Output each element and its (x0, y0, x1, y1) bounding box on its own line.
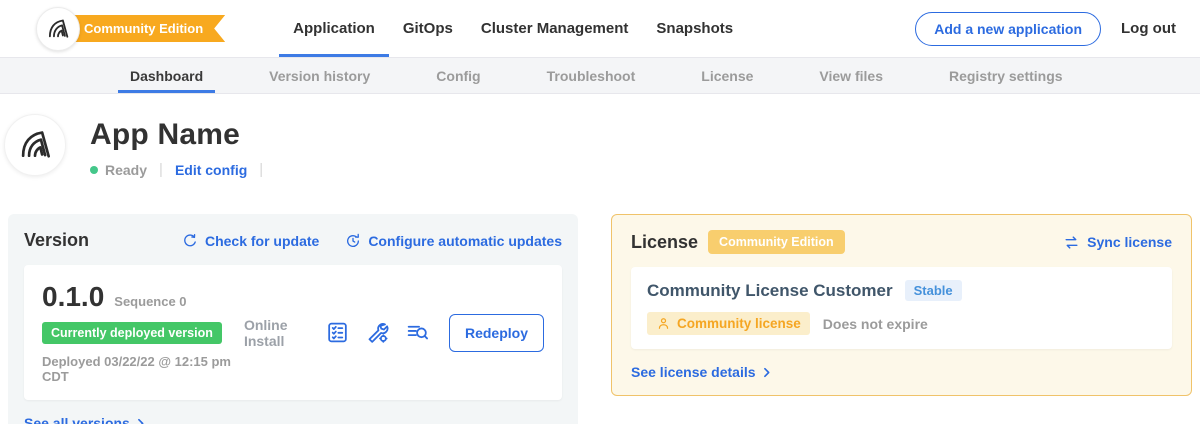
check-for-update-link[interactable]: Check for update (182, 233, 319, 249)
tab-snapshots[interactable]: Snapshots (642, 0, 747, 57)
sync-license-link[interactable]: Sync license (1063, 234, 1172, 251)
license-card-title: License (631, 232, 698, 253)
app-avatar (4, 114, 66, 176)
primary-tabs: Application GitOps Cluster Management Sn… (279, 0, 747, 57)
subtab-registry-settings[interactable]: Registry settings (937, 58, 1075, 93)
edit-config-icon[interactable] (365, 320, 390, 345)
status-dot (90, 166, 98, 174)
status-badge: Ready (105, 162, 147, 178)
license-card-header: License Community Edition Sync license (631, 230, 1172, 254)
license-detail-panel: Community License Customer Stable Commun… (631, 267, 1172, 349)
see-license-details-label: See license details (631, 364, 756, 380)
secondary-nav: Dashboard Version history Config Trouble… (0, 57, 1200, 94)
redeploy-button[interactable]: Redeploy (449, 314, 544, 352)
subtab-config[interactable]: Config (424, 58, 492, 93)
customer-name: Community License Customer (647, 281, 893, 301)
see-license-details-link[interactable]: See license details (631, 364, 1172, 380)
tab-application[interactable]: Application (279, 0, 389, 57)
license-meta-row: Community license Does not expire (647, 312, 1156, 335)
channel-badge: Stable (905, 280, 962, 301)
chevron-right-icon (760, 366, 773, 379)
version-number-row: 0.1.0 Sequence 0 (42, 281, 244, 313)
tab-cluster-management[interactable]: Cluster Management (467, 0, 643, 57)
subtab-view-files[interactable]: View files (807, 58, 895, 93)
top-nav: Community Edition Application GitOps Clu… (0, 0, 1200, 57)
expiry-text: Does not expire (823, 316, 928, 332)
topnav-actions: Add a new application Log out (915, 0, 1176, 57)
license-card: License Community Edition Sync license C… (611, 214, 1192, 396)
dashboard-cards: Version Check for update Configure au (8, 214, 1192, 424)
current-version-panel: 0.1.0 Sequence 0 Currently deployed vers… (24, 265, 562, 400)
license-type-label: Community license (677, 316, 801, 331)
configure-automatic-updates-label: Configure automatic updates (368, 233, 562, 249)
app-header: App Name Ready | Edit config | (4, 114, 1200, 178)
tab-gitops[interactable]: GitOps (389, 0, 467, 57)
version-card-links: Check for update Configure automatic upd… (182, 233, 562, 249)
community-edition-badge: Community Edition (708, 230, 845, 254)
license-type-badge: Community license (647, 312, 810, 335)
edit-config-link[interactable]: Edit config (175, 162, 247, 178)
chevron-right-icon (134, 417, 147, 424)
brand: Community Edition (36, 0, 225, 57)
app-header-text: App Name Ready | Edit config | (90, 114, 275, 178)
refresh-icon (182, 233, 198, 249)
divider: | (159, 161, 163, 178)
configure-automatic-updates-link[interactable]: Configure automatic updates (345, 233, 562, 249)
check-for-update-label: Check for update (205, 233, 319, 249)
subtab-license[interactable]: License (689, 58, 765, 93)
add-new-application-button[interactable]: Add a new application (915, 12, 1101, 46)
subtab-troubleshoot[interactable]: Troubleshoot (535, 58, 648, 93)
replicated-logo-icon (45, 16, 71, 42)
replicated-logo (36, 7, 80, 51)
see-all-versions-label: See all versions (24, 415, 130, 424)
preflight-checks-icon[interactable] (325, 320, 350, 345)
customer-row: Community License Customer Stable (647, 280, 1156, 301)
version-info: 0.1.0 Sequence 0 Currently deployed vers… (42, 281, 244, 384)
version-number: 0.1.0 (42, 281, 104, 313)
sync-license-label: Sync license (1087, 234, 1172, 250)
sync-arrows-icon (1063, 234, 1080, 251)
logout-button[interactable]: Log out (1121, 20, 1176, 37)
subtab-dashboard[interactable]: Dashboard (118, 58, 215, 93)
clock-refresh-icon (345, 233, 361, 249)
version-card-header: Version Check for update Configure au (24, 230, 562, 251)
see-all-versions-link[interactable]: See all versions (24, 415, 562, 424)
person-icon (656, 316, 671, 331)
currently-deployed-badge: Currently deployed version (42, 322, 222, 344)
page-title: App Name (90, 118, 275, 151)
version-actions: Online Install (244, 314, 544, 352)
install-type-label: Online Install (244, 317, 306, 349)
sequence-label: Sequence 0 (114, 294, 186, 309)
version-card: Version Check for update Configure au (8, 214, 578, 424)
app-logo-icon (16, 126, 54, 164)
app-status-row: Ready | Edit config | (90, 161, 275, 178)
divider: | (259, 161, 263, 178)
subtab-version-history[interactable]: Version history (257, 58, 382, 93)
version-card-title: Version (24, 230, 89, 251)
deployed-timestamp: Deployed 03/22/22 @ 12:15 pm CDT (42, 354, 244, 384)
view-diff-icon[interactable] (405, 320, 430, 345)
